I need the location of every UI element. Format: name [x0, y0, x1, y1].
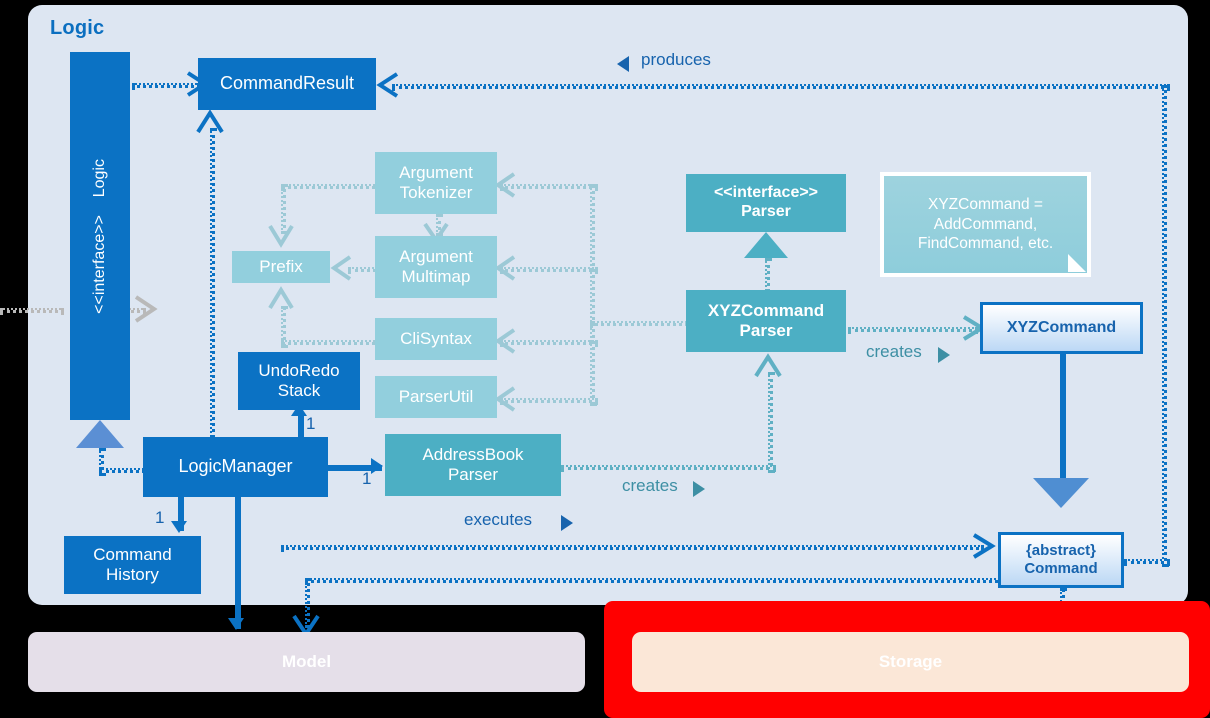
produces-arrowhead: [376, 72, 399, 98]
class-argument-tokenizer[interactable]: Argument Tokenizer: [375, 152, 497, 214]
abstract-command-line2: Command: [1024, 560, 1098, 577]
class-xyz-command[interactable]: XYZCommand: [980, 302, 1143, 354]
produces-segment-top: [392, 84, 1170, 89]
produces-segment-right: [1162, 85, 1167, 567]
xyz-command-parser-line1: XYZCommand: [707, 300, 825, 320]
logicmanager-to-model-line: [235, 497, 241, 629]
executes-label: executes: [464, 510, 533, 529]
logicmanager-to-commandresult-line: [210, 128, 215, 444]
argument-tokenizer-line1: Argument: [399, 162, 473, 182]
note-line2: AddCommand,: [933, 215, 1038, 233]
produces-label: produces: [641, 50, 711, 69]
clisyntax-to-prefix-v: [281, 306, 286, 348]
logic-realization-triangle: [76, 420, 124, 448]
argtokenizer-to-prefix-h: [281, 184, 383, 189]
creates-abparser-label: creates: [622, 476, 678, 495]
xyzparser-creates-xyzcommand-line: [848, 327, 978, 332]
logic-package-title: Logic: [50, 17, 105, 39]
parser-util-name: ParserUtil: [398, 386, 474, 406]
logic-interface-stereotype: <<interface>>: [90, 214, 108, 314]
logicmanager-to-abparser-arrowhead: [371, 458, 383, 474]
xyzparser-to-argmultimap-arrowhead: [494, 255, 516, 281]
xyzcommand-generalization-line: [1060, 354, 1066, 486]
argument-multimap-line1: Argument: [399, 246, 473, 266]
argmultimap-to-prefix-arrowhead: [330, 255, 352, 281]
logic-manager-name: LogicManager: [178, 456, 293, 477]
abparser-creates-v: [768, 372, 773, 473]
logic-interface-name: Logic: [90, 158, 108, 197]
class-logic-interface[interactable]: <<interface>> Logic: [70, 52, 130, 420]
executes-line: [281, 545, 984, 550]
model-package-panel[interactable]: Model: [28, 632, 585, 692]
abparser-creates-h: [561, 465, 776, 470]
creates-parser-label-arrow: [938, 347, 950, 363]
external-dependency-arrowhead: [134, 295, 158, 323]
class-cli-syntax[interactable]: CliSyntax: [375, 318, 497, 360]
creates-abparser-label-arrow: [693, 481, 705, 497]
clisyntax-to-prefix-h: [281, 340, 383, 345]
undoredo-multiplicity: 1: [306, 414, 316, 433]
xyzcommand-generalization-triangle: [1033, 478, 1089, 508]
prefix-name: Prefix: [259, 256, 303, 276]
class-command-result[interactable]: CommandResult: [198, 58, 376, 110]
undo-redo-stack-line1: UndoRedo: [258, 360, 340, 380]
parser-interface-name: Parser: [741, 203, 791, 220]
executes-arrowhead: [972, 533, 996, 559]
command-history-line2: History: [106, 565, 159, 584]
class-undo-redo-stack[interactable]: UndoRedo Stack: [238, 352, 360, 410]
command-result-name: CommandResult: [219, 73, 355, 94]
abstract-command-line1: {abstract}: [1025, 542, 1097, 560]
note-line1: XYZCommand =: [927, 195, 1043, 213]
creates-parser-label: creates: [866, 342, 922, 361]
parser-realization-triangle: [744, 232, 788, 258]
external-dependency-line: [0, 308, 64, 313]
argtokenizer-to-prefix-arrowhead: [268, 224, 294, 248]
diagram-canvas: Logic produces 1 1 1 creates creates exe…: [0, 0, 1210, 718]
class-xyz-command-parser[interactable]: XYZCommand Parser: [686, 290, 846, 352]
class-parser-interface[interactable]: <<interface>> Parser: [686, 174, 846, 232]
xyz-command-name: XYZCommand: [1006, 318, 1117, 336]
note-fold-corner: [1068, 254, 1086, 272]
class-parser-util[interactable]: ParserUtil: [375, 376, 497, 418]
xyzparser-to-clisyntax-arrowhead: [494, 328, 516, 354]
address-book-parser-line2: Parser: [447, 465, 499, 484]
xyzparser-trunk-entry: [590, 321, 694, 326]
logicmanager-to-cmdhistory-arrowhead: [171, 521, 187, 533]
address-book-parser-line1: AddressBook: [422, 444, 524, 464]
command-history-line1: Command: [93, 544, 172, 564]
abparser-creates-arrowhead: [754, 353, 782, 378]
model-package-label: Model: [281, 652, 332, 671]
command-to-storage-h: [305, 578, 1004, 583]
cmdhistory-multiplicity: 1: [155, 508, 165, 527]
storage-package-panel[interactable]: Storage: [632, 632, 1189, 692]
produces-label-arrow: [617, 56, 629, 72]
logic-interface-text: <<interface>> Logic: [91, 159, 110, 314]
class-prefix[interactable]: Prefix: [232, 251, 330, 283]
note-xyz-command: XYZCommand = AddCommand, FindCommand, et…: [880, 172, 1091, 277]
logicmanager-to-model-arrowhead: [228, 618, 244, 630]
class-address-book-parser[interactable]: AddressBook Parser: [385, 434, 561, 496]
class-argument-multimap[interactable]: Argument Multimap: [375, 236, 497, 298]
xyz-command-parser-line2: Parser: [739, 321, 793, 340]
abparser-multiplicity: 1: [362, 469, 372, 488]
class-command-history[interactable]: Command History: [64, 536, 201, 594]
storage-package-label: Storage: [878, 652, 943, 671]
xyzparser-to-parserutil-arrowhead: [494, 386, 516, 412]
executes-label-arrow: [561, 515, 573, 531]
class-logic-manager[interactable]: LogicManager: [143, 437, 328, 497]
parser-interface-stereotype: <<interface>>: [713, 184, 819, 202]
clisyntax-to-prefix-arrowhead: [268, 286, 294, 310]
cli-syntax-name: CliSyntax: [400, 328, 472, 348]
note-line3: FindCommand, etc.: [917, 235, 1054, 253]
logicmanager-to-commandresult-arrowhead: [196, 109, 224, 134]
undo-redo-stack-line2: Stack: [277, 381, 321, 400]
argument-tokenizer-line2: Tokenizer: [399, 183, 473, 202]
class-abstract-command[interactable]: {abstract} Command: [998, 532, 1124, 588]
argument-multimap-line2: Multimap: [401, 267, 471, 286]
xyzparser-to-argtokenizer-arrowhead: [494, 172, 516, 198]
xyzparser-trunk-vertical: [590, 184, 595, 406]
